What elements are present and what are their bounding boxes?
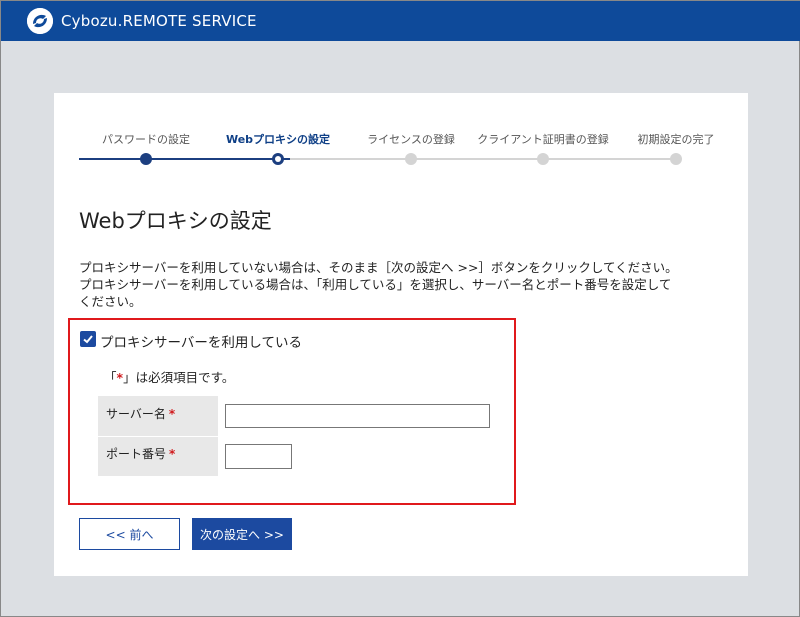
next-button[interactable]: 次の設定へ >> (192, 518, 292, 550)
cybozu-logo-icon (27, 8, 53, 34)
page-title: Webプロキシの設定 (79, 209, 272, 233)
required-note: 「*」は必須項目です。 (104, 367, 234, 386)
port-label: ポート番号 * (98, 437, 218, 476)
use-proxy-checkbox[interactable] (80, 331, 96, 347)
step-label-client-cert: クライアント証明書の登録 (477, 133, 609, 146)
step-dot-1 (140, 153, 152, 165)
step-label-web-proxy: Webプロキシの設定 (225, 133, 331, 146)
step-dot-4 (537, 153, 549, 165)
required-note-suffix: 」は必須項目です。 (123, 370, 235, 385)
port-input[interactable] (225, 444, 292, 469)
use-proxy-label[interactable]: プロキシサーバーを利用している (100, 331, 302, 351)
progress-line-todo (290, 158, 679, 160)
required-note-prefix: 「 (104, 370, 117, 385)
checkmark-icon (83, 335, 93, 344)
step-dot-3 (405, 153, 417, 165)
description-line-3: ください。 (79, 294, 142, 309)
step-dot-5 (670, 153, 682, 165)
port-label-text: ポート番号 (106, 447, 167, 461)
step-label-license: ライセンスの登録 (367, 133, 455, 146)
server-name-required-mark: * (168, 407, 176, 421)
description-line-2: プロキシサーバーを利用している場合は、「利用している」を選択し、サーバー名とポー… (79, 277, 672, 292)
port-required-mark: * (169, 447, 176, 461)
description-line-1: プロキシサーバーを利用していない場合は、そのまま［次の設定へ >>］ボタンをクリ… (79, 260, 678, 275)
step-label-complete: 初期設定の完了 (637, 133, 715, 146)
progress-line-done (79, 158, 290, 160)
step-dot-2 (272, 153, 284, 165)
server-name-label-text: サーバー名 (106, 407, 166, 421)
progress-steps: パスワードの設定 Webプロキシの設定 ライセンスの登録 クライアント証明書の登… (54, 93, 748, 173)
server-name-label: サーバー名 * (98, 396, 218, 436)
step-label-password: パスワードの設定 (102, 133, 190, 146)
app-header: Cybozu.REMOTE SERVICE (1, 1, 800, 41)
back-button[interactable]: << 前へ (79, 518, 180, 550)
app-title: Cybozu.REMOTE SERVICE (61, 12, 257, 30)
description: プロキシサーバーを利用していない場合は、そのまま［次の設定へ >>］ボタンをクリ… (79, 259, 739, 310)
server-name-input[interactable] (225, 404, 490, 428)
